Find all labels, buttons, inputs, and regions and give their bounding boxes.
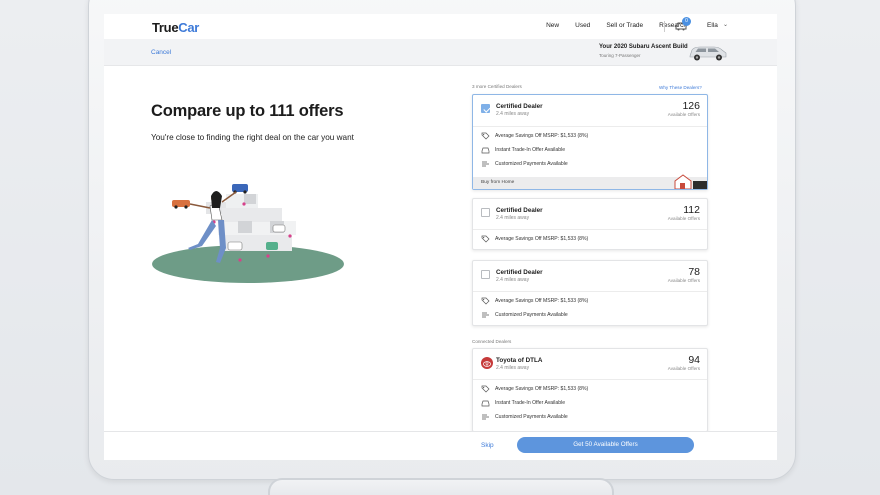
dealer-distance: 2.4 miles away [496, 365, 530, 371]
dealer-card[interactable]: Toyota of DTLA 2.4 miles away 94 Availab… [472, 348, 708, 432]
feature-text: Instant Trade-In Offer Available [495, 147, 566, 153]
dealer-name: Certified Dealer [496, 269, 543, 276]
tag-icon [481, 385, 490, 393]
feature-row: Average Savings Off MSRP: $1,533 (8%) [481, 132, 588, 140]
skip-link[interactable]: Skip [481, 442, 494, 449]
payments-icon [482, 161, 489, 167]
card-divider [473, 229, 707, 230]
offer-count-label: Available Offers [667, 216, 700, 221]
feature-row: Instant Trade-In Offer Available [481, 146, 565, 154]
certified-dealers-label: 3 more Certified Dealers [472, 84, 522, 89]
card-divider [473, 126, 707, 127]
feature-text: Average Savings Off MSRP: $1,533 (8%) [495, 133, 589, 139]
dealer-distance: 2.4 miles away [496, 277, 530, 283]
browser-screen: TrueCar New Used Sell or Trade Research … [104, 14, 777, 460]
dealer-checkbox[interactable] [481, 104, 490, 113]
action-footer: Skip Get 50 Available Offers [104, 431, 777, 460]
feature-row: Customized Payments Available [481, 413, 568, 421]
feature-text: Customized Payments Available [495, 414, 568, 420]
payments-icon [482, 312, 489, 318]
truecar-logo[interactable]: TrueCar [152, 20, 199, 35]
cancel-link[interactable]: Cancel [151, 49, 171, 56]
trade-in-icon [481, 147, 490, 154]
why-these-dealers-link[interactable]: Why These Dealers? [659, 85, 702, 90]
dealer-card[interactable]: Certified Dealer 2.4 miles away 126 Avai… [472, 94, 708, 190]
build-title: Your 2020 Subaru Ascent Build [599, 44, 688, 50]
offer-count-label: Available Offers [667, 366, 700, 371]
dealer-illustration-icon [152, 184, 344, 283]
dealer-card[interactable]: Certified Dealer 2.4 miles away 78 Avail… [472, 260, 708, 326]
get-offers-button[interactable]: Get 50 Available Offers [517, 437, 694, 453]
feature-row: Customized Payments Available [481, 160, 568, 168]
feature-text: Customized Payments Available [495, 312, 568, 318]
build-trim: Touring 7-Passenger [599, 53, 641, 58]
offer-count: 94 [688, 354, 700, 366]
feature-text: Customized Payments Available [495, 161, 568, 167]
feature-row: Average Savings Off MSRP: $1,533 (8%) [481, 235, 588, 243]
feature-row: Instant Trade-In Offer Available [481, 399, 565, 407]
build-summary-bar: Cancel Your 2020 Subaru Ascent Build Tou… [104, 39, 777, 66]
garage-count-badge: 0 [682, 17, 691, 26]
dealer-checkbox[interactable] [481, 270, 490, 279]
house-icon [674, 174, 707, 189]
dealer-name: Certified Dealer [496, 207, 543, 214]
payments-icon [482, 414, 489, 420]
dealer-distance: 2.4 miles away [496, 111, 530, 117]
suv-thumbnail-icon [689, 46, 727, 61]
card-divider [473, 291, 707, 292]
top-nav: TrueCar New Used Sell or Trade Research … [104, 14, 777, 39]
page-title: Compare up to 111 offers [151, 102, 344, 120]
feature-row: Average Savings Off MSRP: $1,533 (8%) [481, 297, 588, 305]
page-subtitle: You're close to finding the right deal o… [151, 133, 354, 142]
feature-text: Average Savings Off MSRP: $1,533 (8%) [495, 386, 589, 392]
laptop-stand [268, 478, 614, 495]
dealer-checkbox[interactable] [481, 208, 490, 217]
feature-text: Average Savings Off MSRP: $1,533 (8%) [495, 298, 589, 304]
offer-count: 78 [688, 266, 700, 278]
nav-link-used[interactable]: Used [575, 22, 590, 29]
chevron-down-icon[interactable]: ⌄ [723, 21, 728, 28]
dealer-distance: 2.4 miles away [496, 215, 530, 221]
feature-text: Average Savings Off MSRP: $1,533 (8%) [495, 236, 589, 242]
dealer-name: Toyota of DTLA [496, 357, 543, 364]
feature-row: Customized Payments Available [481, 311, 568, 319]
tag-icon [481, 132, 490, 140]
offer-count-label: Available Offers [667, 278, 700, 283]
tag-icon [481, 297, 490, 305]
buy-from-home-label: Buy from Home [481, 180, 515, 185]
feature-text: Instant Trade-In Offer Available [495, 400, 566, 406]
tag-icon [481, 235, 490, 243]
nav-link-new[interactable]: New [546, 22, 559, 29]
nav-divider [664, 21, 665, 32]
dealer-name: Certified Dealer [496, 103, 543, 110]
offer-count-label: Available Offers [667, 112, 700, 117]
toyota-logo-icon [481, 357, 493, 369]
nav-links: New Used Sell or Trade Research [546, 22, 687, 29]
offer-count: 126 [682, 100, 700, 112]
trade-in-icon [481, 400, 490, 407]
feature-row: Average Savings Off MSRP: $1,533 (8%) [481, 385, 588, 393]
dealer-card[interactable]: Certified Dealer 2.4 miles away 112 Avai… [472, 198, 708, 250]
card-divider [473, 379, 707, 380]
nav-link-sell-or-trade[interactable]: Sell or Trade [606, 22, 643, 29]
offer-count: 112 [683, 204, 700, 216]
user-menu[interactable]: Ella [707, 22, 718, 29]
connected-dealers-label: Connected Dealers [472, 339, 512, 344]
